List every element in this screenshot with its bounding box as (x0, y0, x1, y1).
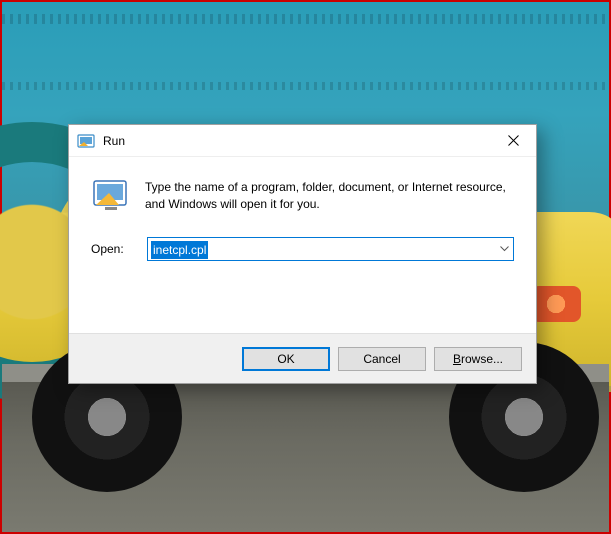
chevron-down-icon (500, 246, 509, 252)
dialog-title: Run (103, 134, 490, 148)
combobox-dropdown-button[interactable] (495, 238, 513, 260)
run-program-icon (91, 175, 131, 215)
titlebar[interactable]: Run (69, 125, 536, 157)
open-combobox[interactable]: inetcpl.cpl (147, 237, 514, 261)
dialog-content: Type the name of a program, folder, docu… (69, 157, 536, 333)
dialog-button-row: OK Cancel Browse... (69, 333, 536, 383)
close-button[interactable] (490, 125, 536, 157)
run-dialog: Run Type the name of a program, folder, … (68, 124, 537, 384)
run-icon (77, 132, 95, 150)
cancel-button-label: Cancel (363, 352, 400, 366)
ok-button[interactable]: OK (242, 347, 330, 371)
close-icon (508, 135, 519, 146)
open-label: Open: (91, 242, 133, 256)
browse-button[interactable]: Browse... (434, 347, 522, 371)
dialog-description: Type the name of a program, folder, docu… (145, 175, 514, 214)
cancel-button[interactable]: Cancel (338, 347, 426, 371)
ok-button-label: OK (277, 352, 294, 366)
open-input-selection: inetcpl.cpl (151, 241, 208, 259)
browse-button-label: Browse... (453, 352, 503, 366)
